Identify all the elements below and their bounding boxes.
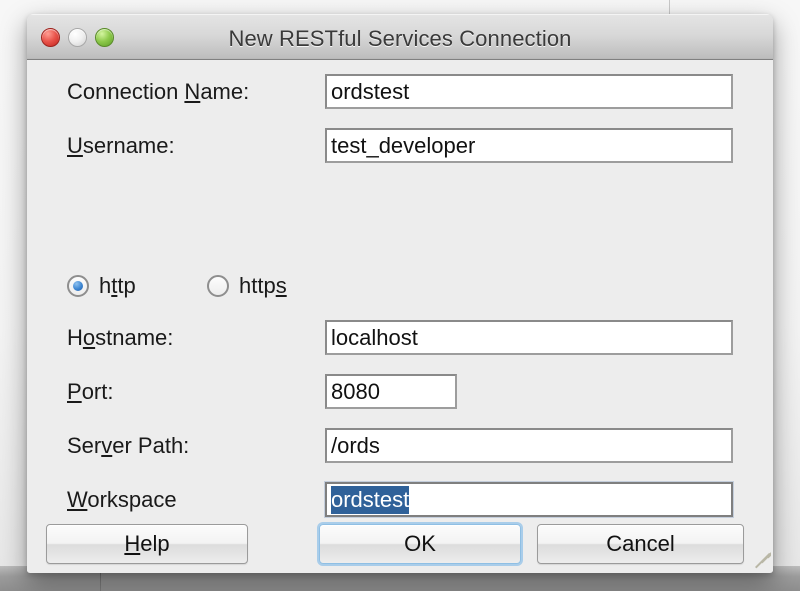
- radio-unselected-icon[interactable]: [207, 275, 229, 297]
- dialog-titlebar[interactable]: New RESTful Services Connection: [27, 14, 773, 60]
- window-title: New RESTful Services Connection: [27, 26, 773, 52]
- port-input[interactable]: 8080: [325, 374, 457, 409]
- radio-http[interactable]: http: [67, 268, 136, 304]
- radio-https-label: https: [239, 273, 287, 299]
- username-label: Username:: [67, 128, 175, 163]
- radio-selected-icon[interactable]: [67, 275, 89, 297]
- radio-http-label: http: [99, 273, 136, 299]
- server-path-input[interactable]: /ords: [325, 428, 733, 463]
- connection-name-label: Connection Name:: [67, 74, 249, 109]
- ok-button[interactable]: OK: [319, 524, 521, 564]
- new-restful-services-connection-dialog: New RESTful Services Connection Connecti…: [27, 14, 773, 573]
- dialog-content: Connection Name: ordstest Username: test…: [27, 60, 773, 572]
- workspace-selected-text: ordstest: [331, 486, 409, 514]
- port-label: Port:: [67, 374, 113, 409]
- dialog-button-bar: Help OK Cancel: [27, 516, 773, 572]
- workspace-label: Workspace: [67, 482, 177, 517]
- help-button[interactable]: Help: [46, 524, 248, 564]
- username-input[interactable]: test_developer: [325, 128, 733, 163]
- hostname-input[interactable]: localhost: [325, 320, 733, 355]
- hostname-label: Hostname:: [67, 320, 173, 355]
- radio-https[interactable]: https: [207, 268, 287, 304]
- server-path-label: Server Path:: [67, 428, 189, 463]
- cancel-button[interactable]: Cancel: [537, 524, 744, 564]
- desktop-background: New RESTful Services Connection Connecti…: [0, 0, 800, 591]
- connection-name-input[interactable]: ordstest: [325, 74, 733, 109]
- resize-grip-icon[interactable]: [753, 552, 771, 570]
- workspace-input[interactable]: ordstest: [325, 482, 733, 517]
